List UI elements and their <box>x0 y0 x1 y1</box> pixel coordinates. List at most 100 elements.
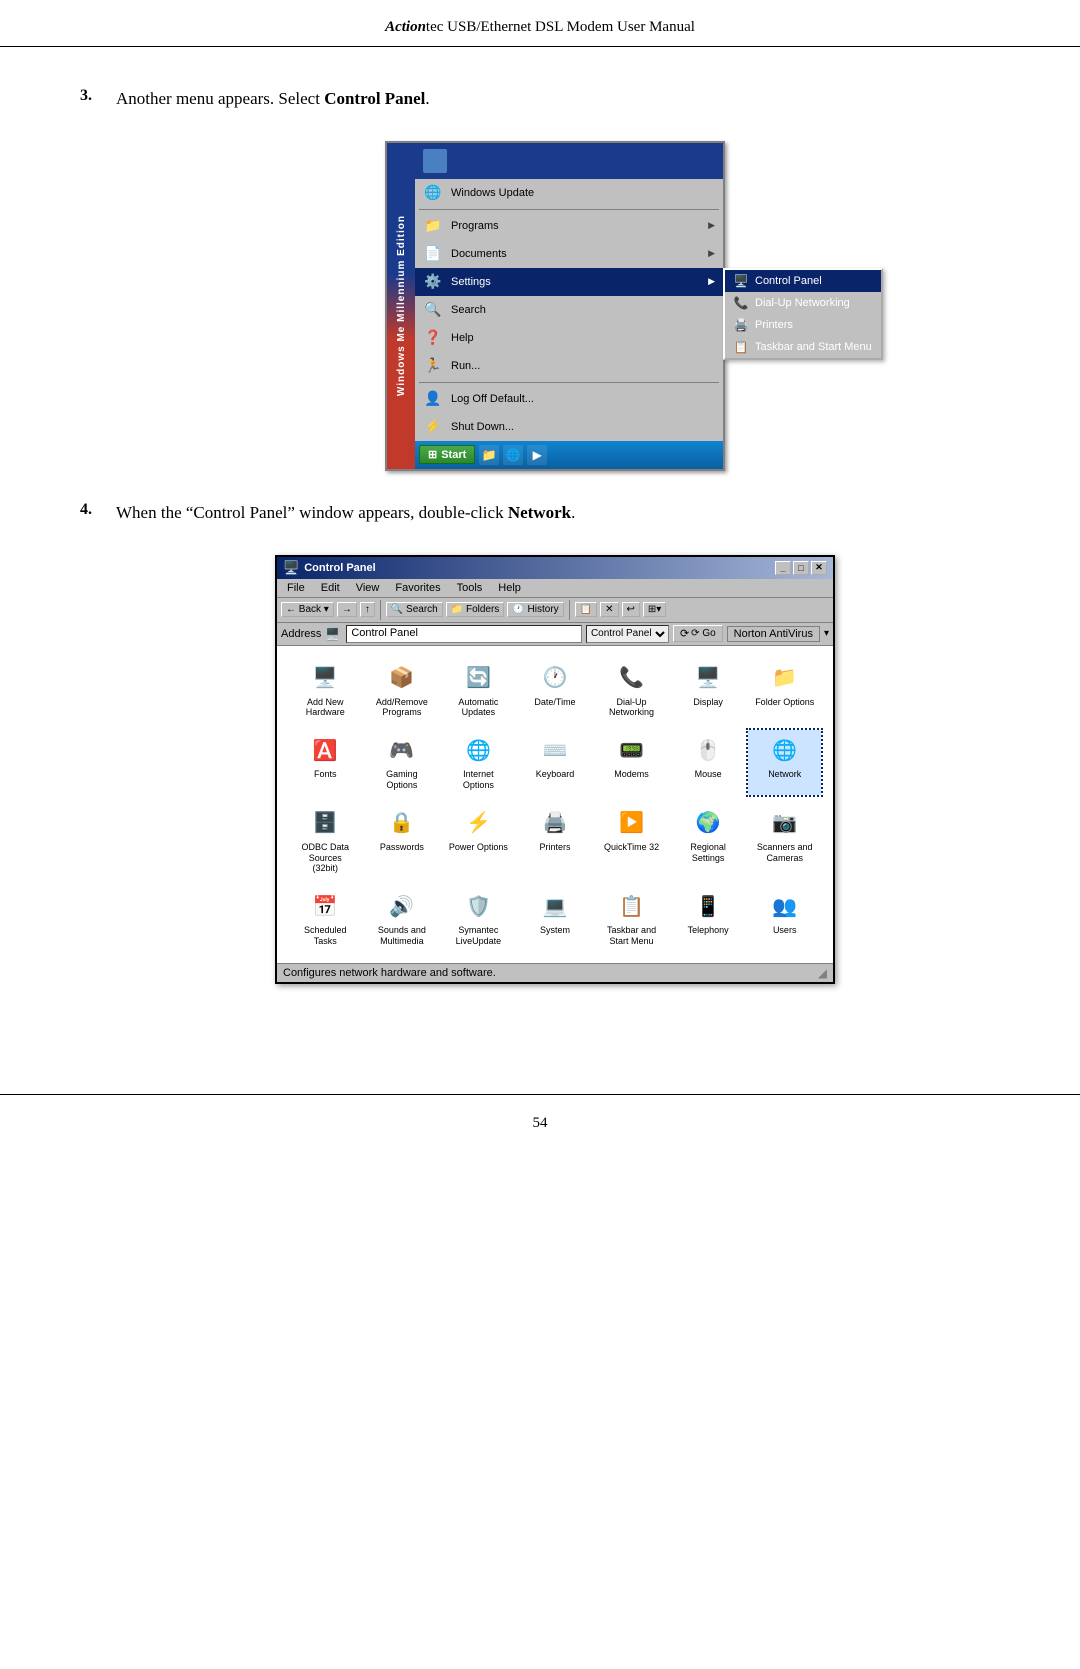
add-remove-icon: 📦 <box>386 662 418 694</box>
windows-edition-text: Windows Me Millennium Edition <box>396 215 407 396</box>
cp-icon-autoupdate[interactable]: 🔄 AutomaticUpdates <box>442 658 515 723</box>
menu-item-settings[interactable]: ⚙️ Settings ▶ 🖥️ Control Panel 📞 <box>415 268 723 296</box>
cp-menu-help[interactable]: Help <box>492 581 527 595</box>
scanners-label: Scanners andCameras <box>757 842 813 864</box>
cp-icon-add-hardware[interactable]: 🖥️ Add NewHardware <box>289 658 362 723</box>
cp-views-button[interactable]: ⊞▾ <box>643 602 666 617</box>
cp-menu-edit[interactable]: Edit <box>315 581 346 595</box>
cp-menu-favorites[interactable]: Favorites <box>389 581 446 595</box>
dialup-icon-cp: 📞 <box>616 662 648 694</box>
cp-menu-file[interactable]: File <box>281 581 311 595</box>
menu-item-programs[interactable]: 📁 Programs ▶ <box>415 212 723 240</box>
cp-icon-dialup[interactable]: 📞 Dial-UpNetworking <box>595 658 668 723</box>
submenu-taskbar[interactable]: 📋 Taskbar and Start Menu <box>725 336 881 358</box>
cp-back-button[interactable]: ← Back ▾ <box>281 602 334 617</box>
cp-icon-fonts[interactable]: 🅰️ Fonts <box>289 730 362 795</box>
cp-icon-display[interactable]: 🖥️ Display <box>672 658 745 723</box>
cp-menu-tools[interactable]: Tools <box>451 581 489 595</box>
mouse-icon: 🖱️ <box>692 734 724 766</box>
cp-icon-add-remove[interactable]: 📦 Add/RemovePrograms <box>366 658 439 723</box>
cp-address-dropdown[interactable]: Control Panel <box>586 625 669 643</box>
menu-item-documents[interactable]: 📄 Documents ▶ <box>415 240 723 268</box>
cp-icon-sounds[interactable]: 🔊 Sounds andMultimedia <box>366 886 439 951</box>
cp-history-button[interactable]: 🕐 History <box>507 602 563 617</box>
cp-icon-printers[interactable]: 🖨️ Printers <box>519 803 592 878</box>
quicktime-label: QuickTime 32 <box>604 842 659 853</box>
menu-separator-1 <box>419 209 719 210</box>
cp-icon-internet[interactable]: 🌐 InternetOptions <box>442 730 515 795</box>
cp-icon-scheduled[interactable]: 📅 ScheduledTasks <box>289 886 362 951</box>
cp-titlebar: 🖥️ Control Panel _ □ ✕ <box>277 557 833 579</box>
cp-icon-system[interactable]: 💻 System <box>519 886 592 951</box>
cp-icon-modems[interactable]: 📟 Modems <box>595 730 668 795</box>
menu-item-logoff[interactable]: 👤 Log Off Default... <box>415 385 723 413</box>
cp-icon-power[interactable]: ⚡ Power Options <box>442 803 515 878</box>
cp-title-text: Control Panel <box>304 562 376 574</box>
cp-icon-users[interactable]: 👥 Users <box>748 886 821 951</box>
internet-icon: 🌐 <box>462 734 494 766</box>
cp-close-button[interactable]: ✕ <box>811 561 827 575</box>
cp-icon-keyboard[interactable]: ⌨️ Keyboard <box>519 730 592 795</box>
menu-item-search[interactable]: 🔍 Search <box>415 296 723 324</box>
cp-icon-passwords[interactable]: 🔒 Passwords <box>366 803 439 878</box>
cp-icon-gaming[interactable]: 🎮 GamingOptions <box>366 730 439 795</box>
menu-item-shutdown[interactable]: ⚡ Shut Down... <box>415 413 723 441</box>
cp-icon-taskbar[interactable]: 📋 Taskbar andStart Menu <box>595 886 668 951</box>
menu-item-windows-update[interactable]: 🌐 Windows Update <box>415 179 723 207</box>
cp-title-left: 🖥️ Control Panel <box>283 560 376 576</box>
cp-icon-odbc[interactable]: 🗄️ ODBC DataSources (32bit) <box>289 803 362 878</box>
cp-minimize-button[interactable]: _ <box>775 561 791 575</box>
cp-titlebar-buttons: _ □ ✕ <box>775 561 827 575</box>
start-button[interactable]: ⊞ Start <box>419 445 475 464</box>
dialup-icon: 📞 <box>733 295 749 311</box>
cp-icon-quicktime[interactable]: ▶️ QuickTime 32 <box>595 803 668 878</box>
taskbar-icon-2[interactable]: 🌐 <box>503 445 523 465</box>
step-4-text: When the “Control Panel” window appears,… <box>116 501 575 525</box>
cp-resize-handle[interactable]: ◢ <box>818 966 827 980</box>
toolbar-separator-2 <box>569 600 570 620</box>
taskbar-icon-3[interactable]: ▶ <box>527 445 547 465</box>
taskbar-icon-1[interactable]: 📁 <box>479 445 499 465</box>
menu-item-run[interactable]: 🏃 Run... <box>415 352 723 380</box>
printers-icon-cp: 🖨️ <box>539 807 571 839</box>
cp-icons-grid: 🖥️ Add NewHardware 📦 Add/RemovePrograms … <box>289 658 821 951</box>
cp-icon-symantec[interactable]: 🛡️ SymantecLiveUpdate <box>442 886 515 951</box>
programs-icon: 📁 <box>423 216 443 236</box>
windows-update-icon: 🌐 <box>423 183 443 203</box>
cp-status-text: Configures network hardware and software… <box>283 967 496 979</box>
cp-go-button[interactable]: ⟳ ⟳ Go <box>673 625 723 642</box>
cp-antivirus-button[interactable]: Norton AntiVirus <box>727 626 820 642</box>
cp-icon-datetime[interactable]: 🕐 Date/Time <box>519 658 592 723</box>
cp-up-button[interactable]: ↑ <box>360 602 375 617</box>
submenu-control-panel[interactable]: 🖥️ Control Panel <box>725 270 881 292</box>
cp-copy-button[interactable]: 📋 <box>575 602 597 617</box>
menu-item-help[interactable]: ❓ Help <box>415 324 723 352</box>
submenu-printers[interactable]: 🖨️ Printers <box>725 314 881 336</box>
cp-delete-button[interactable]: ✕ <box>600 602 618 617</box>
cp-icon-scanners[interactable]: 📷 Scanners andCameras <box>748 803 821 878</box>
add-hardware-label: Add NewHardware <box>306 697 345 719</box>
menu-items-list: 🌐 Windows Update 📁 Programs ▶ 📄 <box>415 179 723 441</box>
symantec-label: SymantecLiveUpdate <box>456 925 502 947</box>
run-icon: 🏃 <box>423 356 443 376</box>
settings-icon: ⚙️ <box>423 272 443 292</box>
step-3: 3. Another menu appears. Select Control … <box>80 87 1000 111</box>
cp-search-button[interactable]: 🔍 Search <box>386 602 443 617</box>
cp-antivirus-arrow[interactable]: ▾ <box>824 628 829 639</box>
quicktime-icon: ▶️ <box>616 807 648 839</box>
cp-folders-button[interactable]: 📁 Folders <box>446 602 505 617</box>
cp-undo-button[interactable]: ↩ <box>622 602 640 617</box>
cp-menu-view[interactable]: View <box>350 581 386 595</box>
cp-icon-mouse[interactable]: 🖱️ Mouse <box>672 730 745 795</box>
cp-address-input[interactable]: Control Panel <box>346 625 582 643</box>
cp-icon-regional[interactable]: 🌍 RegionalSettings <box>672 803 745 878</box>
page-content: 3. Another menu appears. Select Control … <box>0 77 1080 1054</box>
cp-maximize-button[interactable]: □ <box>793 561 809 575</box>
cp-forward-button[interactable]: → <box>337 602 357 617</box>
sounds-label: Sounds andMultimedia <box>378 925 426 947</box>
cp-icon-telephony[interactable]: 📱 Telephony <box>672 886 745 951</box>
submenu-dialup[interactable]: 📞 Dial-Up Networking <box>725 292 881 314</box>
cp-icon-network[interactable]: 🌐 Network <box>748 730 821 795</box>
keyboard-icon: ⌨️ <box>539 734 571 766</box>
cp-icon-folder-options[interactable]: 📁 Folder Options <box>748 658 821 723</box>
